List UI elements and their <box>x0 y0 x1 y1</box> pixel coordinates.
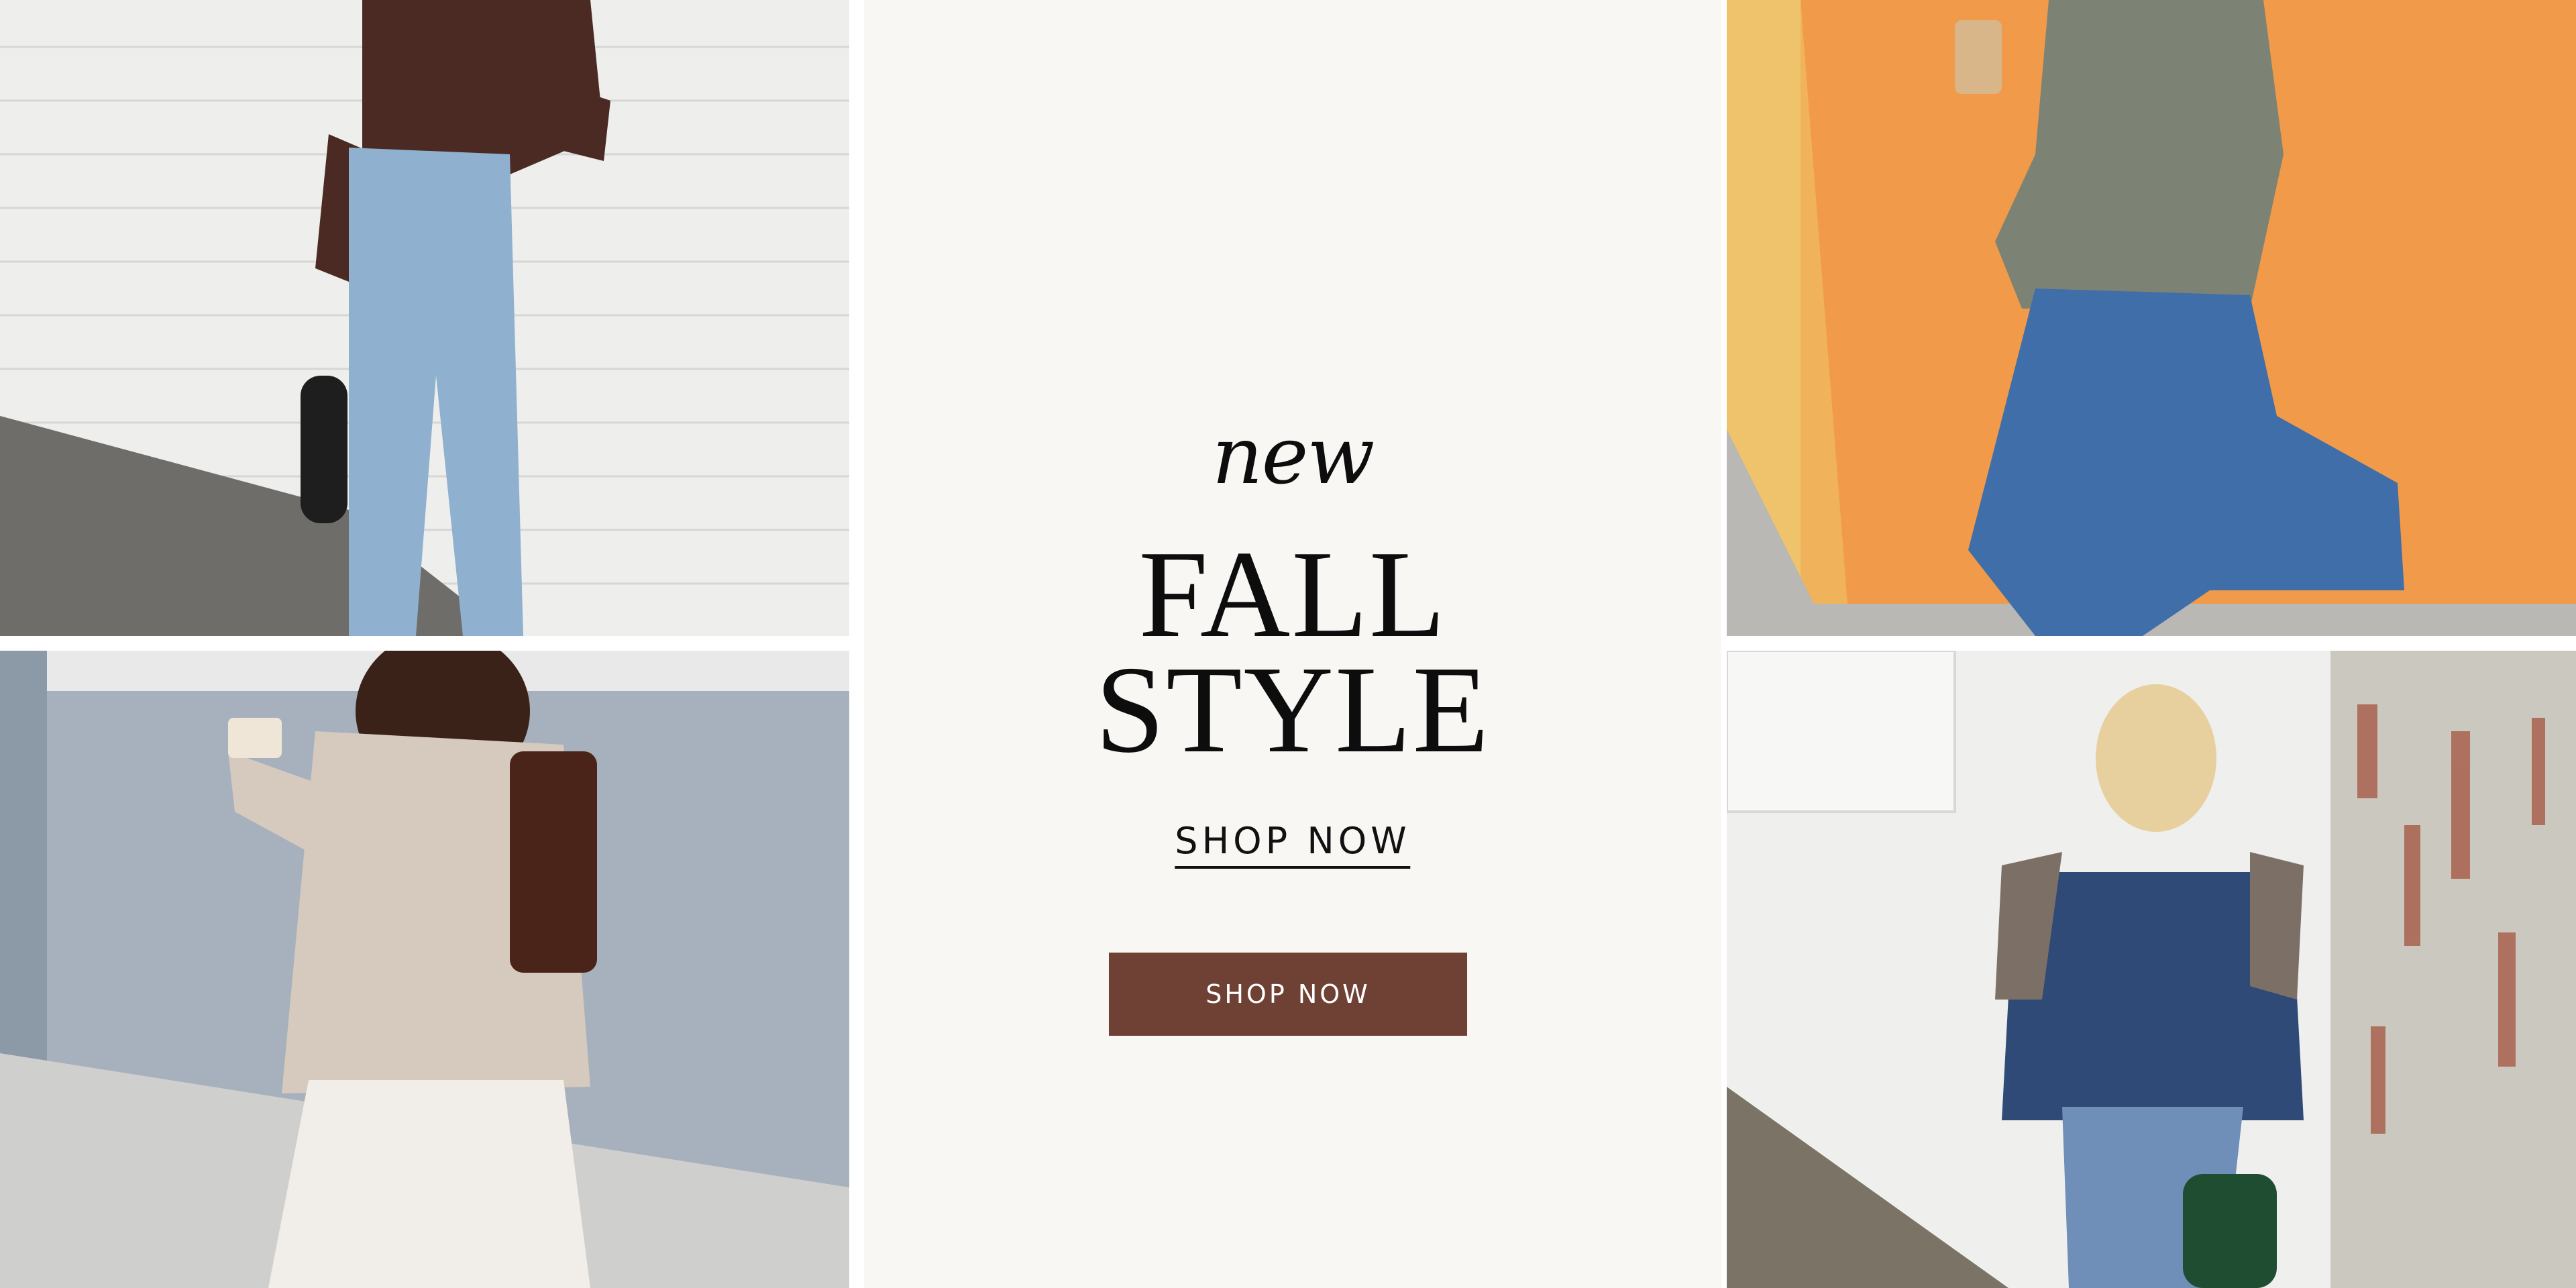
hero-title-line-1: FALL <box>1138 525 1447 663</box>
shop-now-link[interactable]: SHOP NOW <box>1175 820 1411 869</box>
photo-illustration <box>1727 651 2576 1288</box>
hero-title: FALL STYLE <box>864 525 1721 779</box>
photo-sweater-lace-skirt[interactable] <box>0 651 849 1288</box>
photo-illustration <box>1727 0 2576 636</box>
photo-brick-wall-jeans[interactable] <box>0 0 849 636</box>
hero-eyebrow: new <box>1212 409 1375 502</box>
photo-illustration <box>0 651 849 1288</box>
hero-title-line-2: STYLE <box>1095 641 1491 779</box>
hero-panel: new FALL STYLE SHOP NOW SHOP NOW <box>864 0 1721 1288</box>
photo-orange-wall-peplum[interactable] <box>1727 0 2576 636</box>
photo-illustration <box>0 0 849 636</box>
shop-now-button[interactable]: SHOP NOW <box>1109 953 1467 1036</box>
photo-denim-shirt-green-bag[interactable] <box>1727 651 2576 1288</box>
